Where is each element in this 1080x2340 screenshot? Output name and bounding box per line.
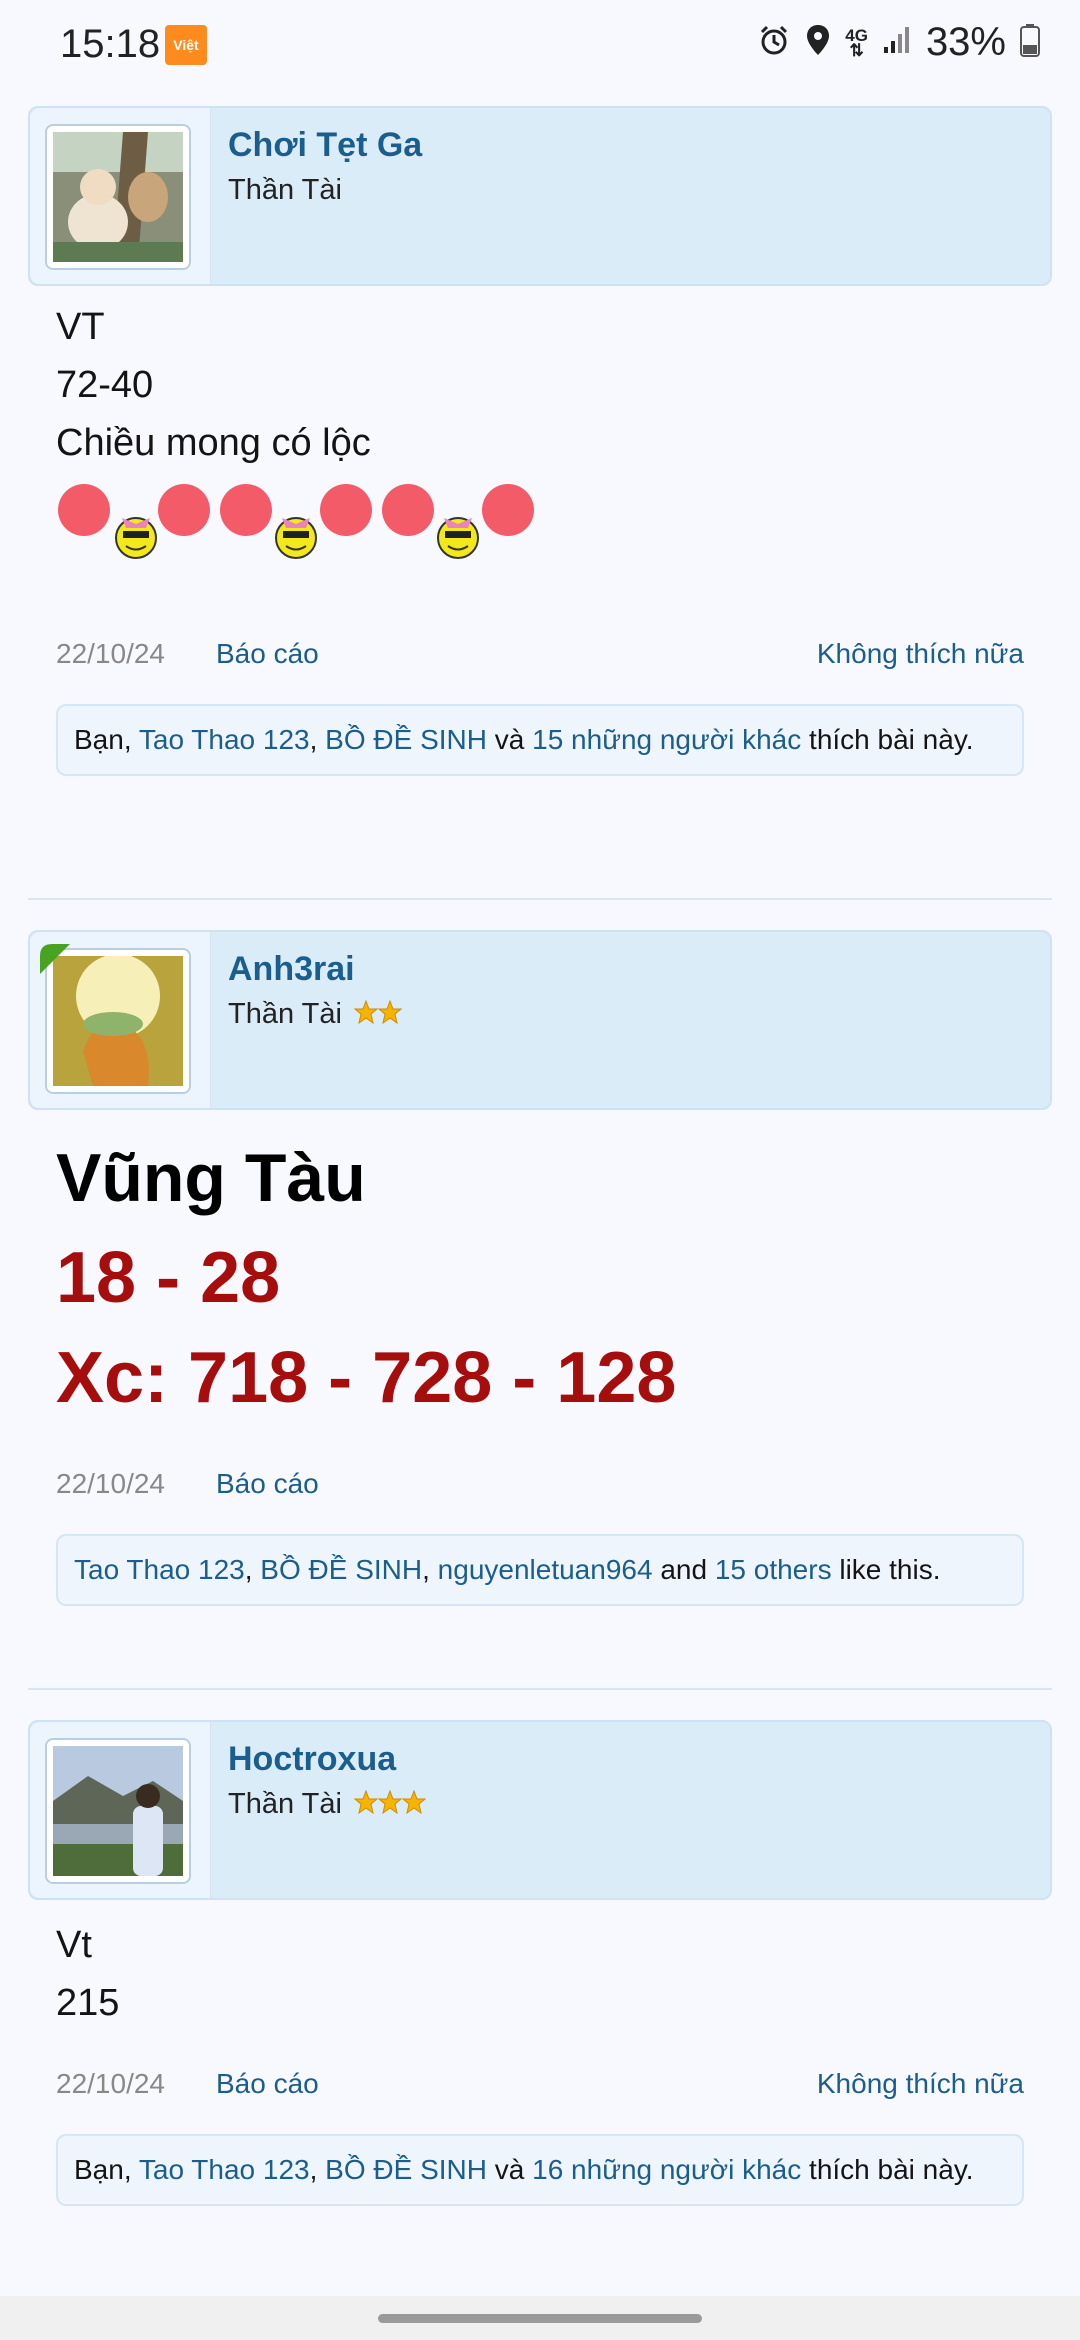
star-icon [377,1789,403,1815]
avatar-image [53,132,183,262]
report-link[interactable]: Báo cáo [216,638,319,670]
post-divider [28,898,1052,900]
username-link[interactable]: Chơi Tẹt Ga [228,126,422,165]
heart-balloon-icon [58,484,110,536]
liker-link[interactable]: nguyenletuan964 [438,1554,653,1585]
message-line: 215 [56,1982,120,2024]
rank-stars [353,999,403,1032]
likes-summary: Bạn, Tao Thao 123, BỒ ĐỀ SINH và 16 nhữn… [56,2134,1024,2206]
post-3: Hoctroxua Thần Tài Vt 215 22/10/24 Báo c… [28,1720,1052,2280]
home-gesture-handle[interactable] [378,2314,702,2323]
likes-summary: Bạn, Tao Thao 123, BỒ ĐỀ SINH và 15 nhữn… [56,704,1024,776]
avatar[interactable] [45,1738,191,1884]
username-link[interactable]: Anh3rai [228,950,355,989]
others-link[interactable]: 15 những người khác [532,724,801,755]
others-link[interactable]: 15 others [715,1554,832,1585]
avatar-panel [30,108,211,284]
liker-link[interactable]: Tao Thao 123 [139,2154,310,2185]
message-line: Vt [56,1924,92,1966]
unlike-link[interactable]: Không thích nữa [817,2068,1024,2100]
emoticon-row [56,476,546,571]
star-icon [401,1789,427,1815]
likes-summary: Tao Thao 123, BỒ ĐỀ SINH, nguyenletuan96… [56,1534,1024,1606]
avatar-image [53,1746,183,1876]
location-icon [805,23,831,62]
alarm-icon [757,23,791,62]
liker-link[interactable]: Tao Thao 123 [139,724,310,755]
avatar-panel [30,1722,211,1898]
liker-link[interactable]: BỒ ĐỀ SINH [260,1554,422,1585]
others-link[interactable]: 16 những người khác [532,2154,801,2185]
user-title: Thần Tài [228,1788,427,1822]
star-icon [377,999,403,1025]
avatar-image [53,956,183,1086]
network-4g-icon: 4G ⇅ [845,25,868,60]
star-icon [353,999,379,1025]
rank-stars [353,1789,427,1822]
battery-percent: 33% [925,20,1006,64]
message-line: 18 - 28 [56,1238,281,1318]
user-title: Thần Tài [228,174,342,206]
post-1: Chơi Tẹt Ga Thần Tài VT 72-40 Chiều mong… [28,106,1052,826]
avatar[interactable] [45,124,191,270]
post-message: VT 72-40 Chiều mong có lộc [56,298,371,472]
unlike-link[interactable]: Không thích nữa [817,638,1024,670]
post-date: 22/10/24 [56,2068,165,2099]
corner-badge-icon [40,944,70,974]
liker-link[interactable]: Tao Thao 123 [74,1554,245,1585]
liker-link[interactable]: BỒ ĐỀ SINH [325,724,487,755]
signal-icon [882,25,912,60]
post-date: 22/10/24 [56,638,165,669]
message-line: Chiều mong có lộc [56,422,371,464]
status-bar: 15:18 Việt 4G ⇅ 33% [0,0,1080,88]
post-divider [28,1688,1052,1690]
post-2: Anh3rai Thần Tài Vũng Tàu 18 - 28 Xc: 71… [28,930,1052,1610]
user-header: Chơi Tẹt Ga Thần Tài [28,106,1052,286]
message-line: 72-40 [56,364,154,406]
user-title: Thần Tài [228,998,403,1032]
username-link[interactable]: Hoctroxua [228,1740,396,1779]
battery-icon [1020,23,1040,62]
emoticon-smiley-icon [115,517,157,559]
message-line: VT [56,306,105,348]
message-line: Xc: 718 - 728 - 128 [56,1338,677,1418]
user-header: Anh3rai Thần Tài [28,930,1052,1110]
navigation-bar [0,2296,1080,2340]
report-link[interactable]: Báo cáo [216,1468,319,1500]
avatar-panel [30,932,211,1108]
status-time: 15:18 [60,22,161,66]
report-link[interactable]: Báo cáo [216,2068,319,2100]
star-icon [353,1789,379,1815]
message-line: Vũng Tàu [56,1140,366,1216]
post-date: 22/10/24 [56,1468,165,1499]
app-notification-icon: Việt [165,25,207,65]
liker-link[interactable]: BỒ ĐỀ SINH [325,2154,487,2185]
post-message: Vt 215 [56,1916,119,2032]
user-header: Hoctroxua Thần Tài [28,1720,1052,1900]
